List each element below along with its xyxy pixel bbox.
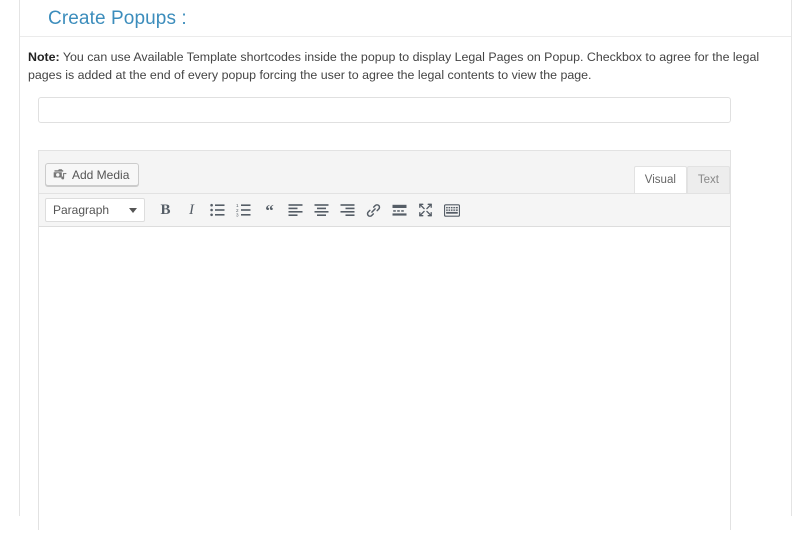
align-right-icon <box>340 203 355 217</box>
italic-icon: I <box>189 201 194 218</box>
fullscreen-icon <box>418 203 433 217</box>
blockquote-icon: “ <box>265 200 274 220</box>
wp-editor-container: Add Media Visual Text Paragraph B I 1 2 … <box>38 150 731 533</box>
insert-link-button[interactable] <box>361 198 386 222</box>
format-select[interactable]: Paragraph <box>45 198 145 222</box>
tab-visual[interactable]: Visual <box>633 166 687 193</box>
chevron-down-icon <box>129 208 137 213</box>
insert-link-icon <box>366 203 381 218</box>
svg-text:3: 3 <box>236 213 239 217</box>
bulleted-list-button[interactable] <box>205 198 230 222</box>
editor-media-row: Add Media Visual Text <box>39 151 730 193</box>
note-body: You can use Available Template shortcode… <box>28 50 760 82</box>
bulleted-list-icon <box>210 203 225 217</box>
numbered-list-button[interactable]: 1 2 3 <box>231 198 256 222</box>
bold-button[interactable]: B <box>153 198 178 222</box>
note-label: Note: <box>28 50 60 64</box>
align-left-icon <box>288 203 303 217</box>
italic-button[interactable]: I <box>179 198 204 222</box>
content-left-border <box>19 0 20 516</box>
content-right-border <box>791 0 792 516</box>
align-center-button[interactable] <box>309 198 334 222</box>
box-header: Create Popups : <box>20 0 791 37</box>
toolbar-toggle-button[interactable] <box>439 198 464 222</box>
align-left-button[interactable] <box>283 198 308 222</box>
note-text: Note: You can use Available Template sho… <box>28 48 776 84</box>
media-camera-note-icon <box>53 168 67 182</box>
popup-title-input[interactable] <box>38 97 731 123</box>
page-title: Create Popups : <box>48 8 187 29</box>
bold-icon: B <box>160 201 171 218</box>
read-more-button[interactable] <box>387 198 412 222</box>
add-media-label: Add Media <box>72 167 130 182</box>
toolbar-toggle-icon <box>443 203 460 217</box>
fullscreen-button[interactable] <box>413 198 438 222</box>
format-select-value: Paragraph <box>53 203 110 217</box>
editor-mode-tabs: Visual Text <box>633 166 730 193</box>
editor-content-area[interactable] <box>39 227 730 533</box>
tab-text[interactable]: Text <box>686 166 730 193</box>
page-root: Create Popups : Note: You can use Availa… <box>0 0 800 533</box>
editor-toolbar: Paragraph B I 1 2 3 “ <box>39 193 730 227</box>
align-right-button[interactable] <box>335 198 360 222</box>
blockquote-button[interactable]: “ <box>257 198 282 222</box>
read-more-icon <box>392 203 407 217</box>
numbered-list-icon: 1 2 3 <box>236 203 251 217</box>
align-center-icon <box>314 203 329 217</box>
add-media-button[interactable]: Add Media <box>45 163 140 186</box>
